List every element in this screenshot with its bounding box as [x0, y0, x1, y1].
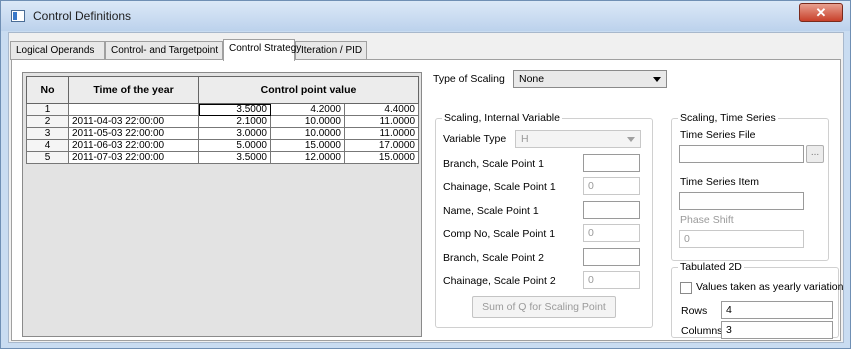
value-cell[interactable]: 17.0000: [344, 139, 419, 152]
row-number: 1: [26, 103, 69, 116]
phase-shift-label: Phase Shift: [680, 214, 734, 226]
time-cell[interactable]: 2011-07-03 22:00:00: [68, 151, 199, 164]
column-header-control-point-value[interactable]: Control point value: [198, 76, 419, 104]
branch-scale-point-1-label: Branch, Scale Point 1: [443, 158, 544, 170]
chevron-down-icon: [653, 77, 661, 82]
row-number: 5: [26, 151, 69, 164]
phase-shift-input[interactable]: 0: [679, 230, 804, 248]
value-cell[interactable]: 5.0000: [198, 139, 271, 152]
tab-logical-operands[interactable]: Logical Operands: [10, 41, 105, 60]
value-cell[interactable]: 2.1000: [198, 115, 271, 128]
value-cell[interactable]: 10.0000: [270, 127, 345, 140]
time-cell[interactable]: 2011-05-03 22:00:00: [68, 127, 199, 140]
close-button[interactable]: ✕: [799, 3, 843, 22]
branch-scale-point-2-input[interactable]: [583, 248, 640, 266]
value-cell[interactable]: 4.2000: [270, 103, 345, 116]
chainage-scale-point-2-input[interactable]: 0: [583, 271, 640, 289]
time-series-item-label: Time Series Item: [680, 176, 759, 188]
variable-type-label: Variable Type: [443, 133, 507, 145]
internal-variable-legend: Scaling, Internal Variable: [444, 112, 560, 124]
columns-label: Columns: [681, 325, 723, 337]
comp-no-scale-point-1-input[interactable]: 0: [583, 224, 640, 242]
control-point-table: No Time of the year Control point value …: [26, 76, 419, 164]
value-cell[interactable]: 11.0000: [344, 127, 419, 140]
table-row[interactable]: 3 2011-05-03 22:00:00 3.0000 10.0000 11.…: [26, 127, 419, 140]
name-scale-point-1-label: Name, Scale Point 1: [443, 205, 539, 217]
value-cell[interactable]: 15.0000: [270, 139, 345, 152]
table-row[interactable]: 4 2011-06-03 22:00:00 5.0000 15.0000 17.…: [26, 139, 419, 152]
rows-input[interactable]: 4: [721, 301, 833, 319]
tab-control-and-targetpoint[interactable]: Control- and Targetpoint: [105, 41, 223, 60]
branch-scale-point-1-input[interactable]: [583, 154, 640, 172]
table-row[interactable]: 2 2011-04-03 22:00:00 2.1000 10.0000 11.…: [26, 115, 419, 128]
name-scale-point-1-input[interactable]: [583, 201, 640, 219]
tab-iteration-pid[interactable]: Iteration / PID: [295, 41, 367, 60]
type-of-scaling-dropdown[interactable]: None: [513, 70, 667, 88]
value-cell[interactable]: 4.4000: [344, 103, 419, 116]
time-cell[interactable]: [68, 103, 199, 116]
yearly-variation-label[interactable]: Values taken as yearly variation: [696, 281, 843, 293]
tab-control-strategy[interactable]: Control Strategy: [223, 39, 301, 61]
branch-scale-point-2-label: Branch, Scale Point 2: [443, 252, 544, 264]
table-row[interactable]: 5 2011-07-03 22:00:00 3.5000 12.0000 15.…: [26, 151, 419, 164]
yearly-variation-checkbox[interactable]: [680, 282, 692, 294]
value-cell[interactable]: 15.0000: [344, 151, 419, 164]
window-title: Control Definitions: [33, 9, 132, 23]
value-cell[interactable]: 11.0000: [344, 115, 419, 128]
chainage-scale-point-1-label: Chainage, Scale Point 1: [443, 181, 556, 193]
time-cell[interactable]: 2011-06-03 22:00:00: [68, 139, 199, 152]
row-number: 3: [26, 127, 69, 140]
control-point-grid[interactable]: No Time of the year Control point value …: [22, 72, 422, 337]
type-of-scaling-label: Type of Scaling: [433, 73, 505, 85]
table-header-row: No Time of the year Control point value: [26, 76, 419, 104]
comp-no-scale-point-1-label: Comp No, Scale Point 1: [443, 228, 556, 240]
control-strategy-page: No Time of the year Control point value …: [11, 59, 843, 341]
variable-type-value: H: [521, 133, 529, 145]
type-of-scaling-value: None: [519, 73, 545, 85]
row-number: 2: [26, 115, 69, 128]
title-bar[interactable]: Control Definitions ✕: [1, 1, 850, 31]
time-series-legend: Scaling, Time Series: [680, 112, 776, 124]
rows-label: Rows: [681, 305, 708, 317]
app-window-icon: [11, 10, 25, 22]
value-cell[interactable]: 3.0000: [198, 127, 271, 140]
time-series-item-input[interactable]: [679, 192, 804, 210]
browse-file-button[interactable]: ...: [806, 145, 824, 163]
row-number: 4: [26, 139, 69, 152]
value-cell[interactable]: 12.0000: [270, 151, 345, 164]
value-cell[interactable]: 3.5000: [198, 151, 271, 164]
table-row[interactable]: 1 3.5000 4.2000 4.4000: [26, 103, 419, 116]
value-cell[interactable]: 3.5000: [198, 103, 271, 116]
time-cell[interactable]: 2011-04-03 22:00:00: [68, 115, 199, 128]
time-series-file-input[interactable]: [679, 145, 804, 163]
columns-input[interactable]: 3: [721, 321, 833, 339]
column-header-time[interactable]: Time of the year: [68, 76, 199, 104]
tabulated-2d-legend: Tabulated 2D: [680, 261, 742, 273]
chainage-scale-point-2-label: Chainage, Scale Point 2: [443, 275, 556, 287]
control-definitions-window: Control Definitions ✕ Logical Operands C…: [0, 0, 851, 349]
chevron-down-icon: [627, 137, 635, 142]
chainage-scale-point-1-input[interactable]: 0: [583, 177, 640, 195]
variable-type-dropdown[interactable]: H: [515, 130, 641, 148]
value-cell[interactable]: 10.0000: [270, 115, 345, 128]
column-header-no[interactable]: No: [26, 76, 69, 104]
dialog-body: Logical Operands Control- and Targetpoin…: [8, 32, 844, 343]
sum-of-q-button[interactable]: Sum of Q for Scaling Point: [472, 296, 616, 318]
time-series-file-label: Time Series File: [680, 129, 756, 141]
